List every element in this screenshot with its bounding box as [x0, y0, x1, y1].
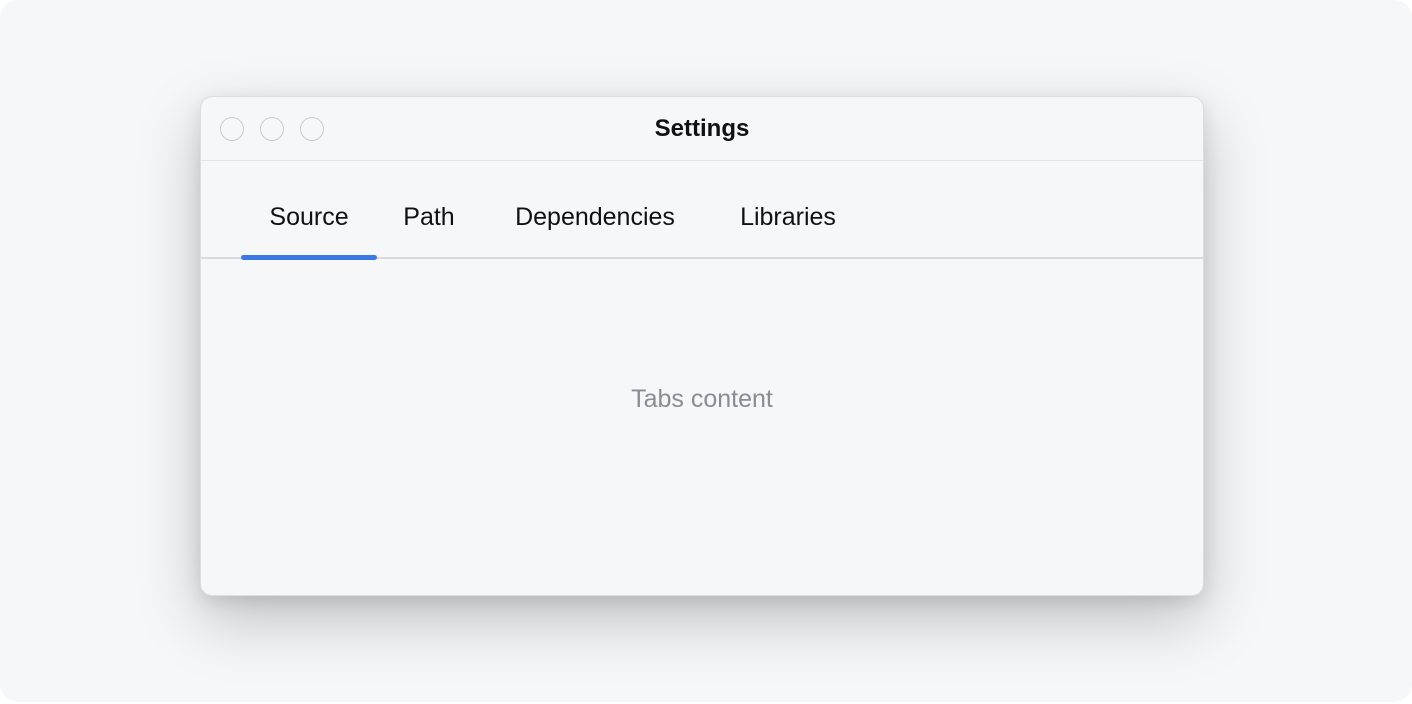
window-title: Settings	[654, 115, 750, 142]
tab-path[interactable]: Path	[389, 161, 469, 259]
title-bar: Settings	[201, 97, 1203, 161]
tab-bar: Source Path Dependencies Libraries	[201, 161, 1203, 260]
tab-dependencies[interactable]: Dependencies	[495, 161, 695, 259]
active-tab-indicator	[241, 255, 377, 260]
tab-content-text: Tabs content	[631, 385, 773, 413]
tab-content-panel: Tabs content	[201, 261, 1203, 595]
desktop-background: Settings Source Path Dependencies Librar…	[0, 0, 1412, 702]
tab-source[interactable]: Source	[241, 161, 377, 259]
settings-window: Settings Source Path Dependencies Librar…	[200, 96, 1204, 596]
tab-libraries[interactable]: Libraries	[723, 161, 853, 259]
